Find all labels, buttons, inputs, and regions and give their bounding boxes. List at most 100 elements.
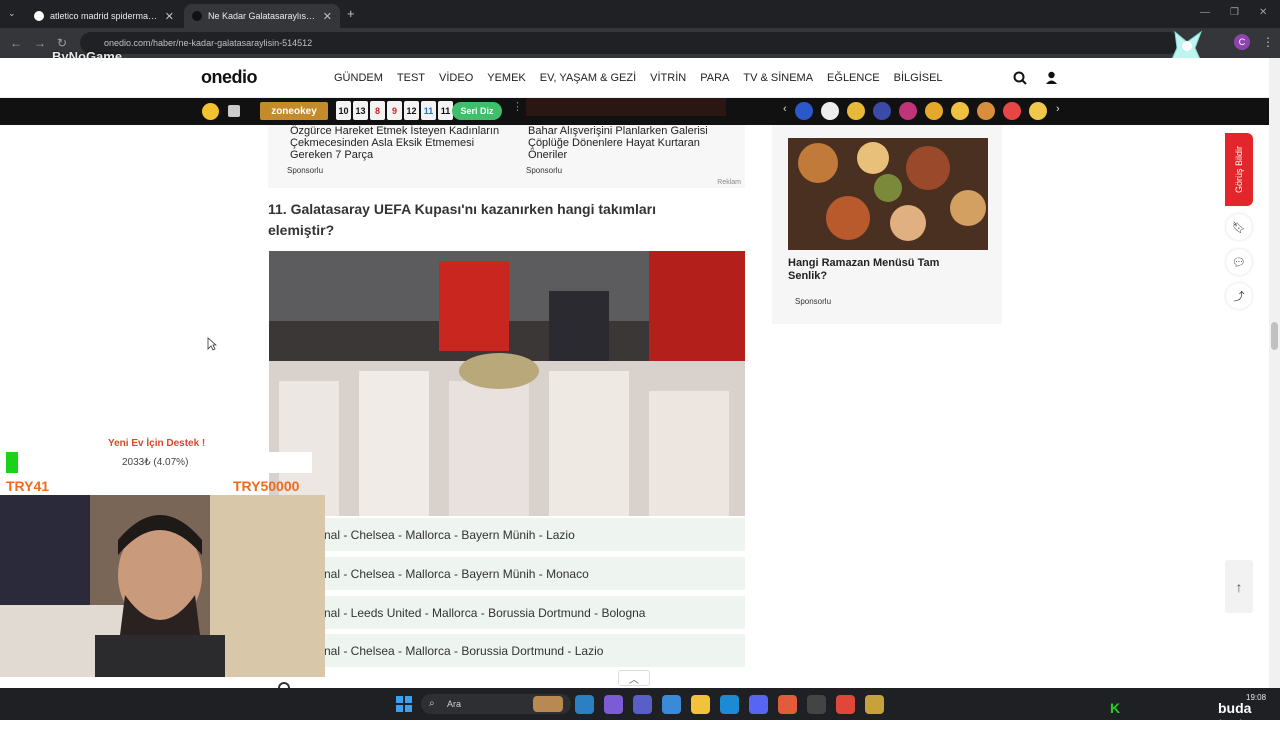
donation-goal-title: Yeni Ev İçin Destek ! bbox=[108, 438, 206, 449]
browser-tab-bar: ⌄ atletico madrid spiderman form ✕ Ne Ka… bbox=[0, 0, 1280, 28]
back-to-top-button[interactable]: ↑ bbox=[1225, 560, 1253, 613]
nav-item-video[interactable]: VİDEO bbox=[439, 72, 473, 84]
dice-icon[interactable] bbox=[228, 105, 240, 117]
game-shortcut-icon[interactable] bbox=[951, 102, 969, 120]
answer-option[interactable]: nal - Chelsea - Mallorca - Bayern Münih … bbox=[268, 557, 745, 590]
sidebar-ad-title[interactable]: Hangi Ramazan Menüsü Tam Senlik? bbox=[788, 257, 978, 283]
profile-avatar[interactable]: C bbox=[1234, 34, 1250, 50]
new-tab-button[interactable]: + bbox=[347, 6, 355, 21]
question-photo bbox=[269, 251, 745, 516]
zoneokey-logo[interactable]: zoneokey bbox=[260, 102, 328, 120]
nav-item-gundem[interactable]: GÜNDEM bbox=[334, 72, 383, 84]
search-icon: ⌕ bbox=[429, 698, 435, 709]
question-title: 11. Galatasaray UEFA Kupası'nı kazanırke… bbox=[268, 201, 656, 238]
address-bar[interactable]: onedio.com/haber/ne-kadar-galatasaraylis… bbox=[80, 32, 1180, 54]
okey-tile: 9 bbox=[387, 101, 402, 120]
okey-tile: 11 bbox=[438, 101, 453, 120]
trophy-celebration-image bbox=[269, 251, 745, 516]
forward-icon[interactable]: → bbox=[34, 36, 46, 50]
windows-start-icon[interactable] bbox=[396, 696, 412, 712]
back-icon[interactable]: ← bbox=[10, 36, 22, 50]
site-logo[interactable]: onedio bbox=[201, 67, 258, 88]
nav-item-test[interactable]: TEST bbox=[397, 72, 425, 84]
tab-search-icon[interactable]: ⌄ bbox=[8, 8, 16, 19]
page-scrollbar[interactable] bbox=[1269, 58, 1280, 688]
minimize-icon[interactable]: — bbox=[1200, 7, 1210, 18]
tab-atletico[interactable]: atletico madrid spiderman form ✕ bbox=[26, 4, 182, 28]
close-icon[interactable]: ✕ bbox=[323, 10, 332, 23]
reload-icon[interactable]: ↻ bbox=[57, 36, 67, 50]
sponsored-card-2[interactable]: Bahar Alışverişini Planlarken Galerisi Ç… bbox=[528, 125, 723, 161]
nav-item-tv-sinema[interactable]: TV & SİNEMA bbox=[743, 72, 813, 84]
sponsored-card-1[interactable]: Özgürce Hareket Etmek İsteyen Kadınların… bbox=[290, 125, 506, 161]
sponsored-label: Sponsorlu bbox=[287, 166, 324, 175]
tab-galatasaray[interactable]: Ne Kadar Galatasaraylısın? - On ✕ bbox=[184, 4, 340, 28]
games-strip: zoneokey 10 13 8 9 12 11 11 Seri Diz ⋮ ‹… bbox=[0, 98, 1280, 125]
maximize-icon[interactable]: ❐ bbox=[1230, 7, 1239, 18]
game-shortcut-icon[interactable] bbox=[847, 102, 865, 120]
ticker-text: buda test bbox=[1218, 700, 1252, 732]
sponsored-card-image-top bbox=[526, 98, 726, 116]
sponsored-label: Sponsorlu bbox=[795, 297, 832, 306]
collapse-toggle[interactable]: ︿ bbox=[618, 670, 650, 686]
nav-item-bilgisel[interactable]: BİLGİSEL bbox=[894, 72, 943, 84]
feedback-button[interactable]: Görüş Bildir bbox=[1225, 133, 1253, 206]
edge-icon[interactable] bbox=[720, 695, 739, 714]
user-icon[interactable] bbox=[1045, 71, 1058, 85]
answer-option[interactable]: nal - Chelsea - Mallorca - Bayern Münih … bbox=[268, 518, 745, 551]
game-shortcut-icon[interactable] bbox=[821, 102, 839, 120]
nav-item-yemek[interactable]: YEMEK bbox=[487, 72, 526, 84]
microphone-app-icon[interactable] bbox=[778, 695, 797, 714]
taskbar-search[interactable]: ⌕ Ara bbox=[421, 694, 571, 714]
bookmark-icon[interactable]: 🔖︎ bbox=[1226, 214, 1252, 240]
more-icon[interactable]: ⋮ bbox=[512, 100, 523, 113]
game-shortcut-icon[interactable] bbox=[977, 102, 995, 120]
site-header: onedio GÜNDEM TEST VİDEO YEMEK EV, YAŞAM… bbox=[0, 58, 1280, 98]
chevron-left-icon[interactable]: ‹ bbox=[783, 103, 787, 115]
copilot-icon[interactable] bbox=[604, 695, 623, 714]
game-shortcut-icon[interactable] bbox=[1003, 102, 1021, 120]
onedio-favicon-icon bbox=[192, 11, 202, 21]
nav-item-vitrin[interactable]: VİTRİN bbox=[650, 72, 686, 84]
game-icon[interactable] bbox=[202, 103, 219, 120]
okey-tile: 13 bbox=[353, 101, 368, 120]
scrollbar-thumb[interactable] bbox=[1271, 322, 1278, 350]
answer-option[interactable]: nal - Chelsea - Mallorca - Borussia Dort… bbox=[268, 634, 745, 667]
game-shortcut-icon[interactable] bbox=[1029, 102, 1047, 120]
search-highlight-icon bbox=[533, 696, 563, 712]
donation-progress-fill bbox=[6, 452, 18, 473]
teams-icon[interactable] bbox=[633, 695, 652, 714]
taskbar-clock[interactable]: 19:08 bbox=[1246, 693, 1266, 702]
close-icon[interactable]: ✕ bbox=[165, 10, 174, 23]
chevron-right-icon[interactable]: › bbox=[1056, 103, 1060, 115]
file-explorer-icon[interactable] bbox=[691, 695, 710, 714]
share-icon[interactable]: ⤴ bbox=[1226, 283, 1252, 309]
webcam-feed bbox=[0, 495, 325, 677]
answer-text: nal - Chelsea - Mallorca - Borussia Dort… bbox=[324, 643, 604, 658]
okey-tile: 10 bbox=[336, 101, 351, 120]
nav-item-ev-yasam-gezi[interactable]: EV, YAŞAM & GEZİ bbox=[540, 72, 636, 84]
menu-icon[interactable]: ⋮ bbox=[1262, 35, 1274, 49]
seri-diz-button[interactable]: Seri Diz bbox=[452, 102, 502, 120]
game-shortcut-icon[interactable] bbox=[873, 102, 891, 120]
game-shortcut-icon[interactable] bbox=[925, 102, 943, 120]
comments-icon[interactable]: 💬︎ bbox=[1226, 249, 1252, 275]
sidebar-ad-image[interactable] bbox=[788, 138, 988, 250]
taskbar-apps bbox=[575, 695, 884, 714]
game-shortcut-icon[interactable] bbox=[795, 102, 813, 120]
task-view-icon[interactable] bbox=[575, 695, 594, 714]
nav-item-eglence[interactable]: EĞLENCE bbox=[827, 72, 880, 84]
store-icon[interactable] bbox=[662, 695, 681, 714]
answer-option[interactable]: nal - Leeds United - Mallorca - Borussia… bbox=[268, 596, 745, 629]
taskbar-search-placeholder: Ara bbox=[447, 699, 462, 709]
chrome-icon[interactable] bbox=[836, 695, 855, 714]
nav-item-para[interactable]: PARA bbox=[700, 72, 729, 84]
okey-tile: 11 bbox=[421, 101, 436, 120]
app-icon[interactable] bbox=[865, 695, 884, 714]
game-shortcut-icon[interactable] bbox=[899, 102, 917, 120]
obs-icon[interactable] bbox=[807, 695, 826, 714]
discord-icon[interactable] bbox=[749, 695, 768, 714]
search-icon[interactable] bbox=[1013, 71, 1027, 85]
window-close-icon[interactable]: ✕ bbox=[1259, 7, 1267, 18]
ad-label: Reklam bbox=[717, 179, 741, 186]
